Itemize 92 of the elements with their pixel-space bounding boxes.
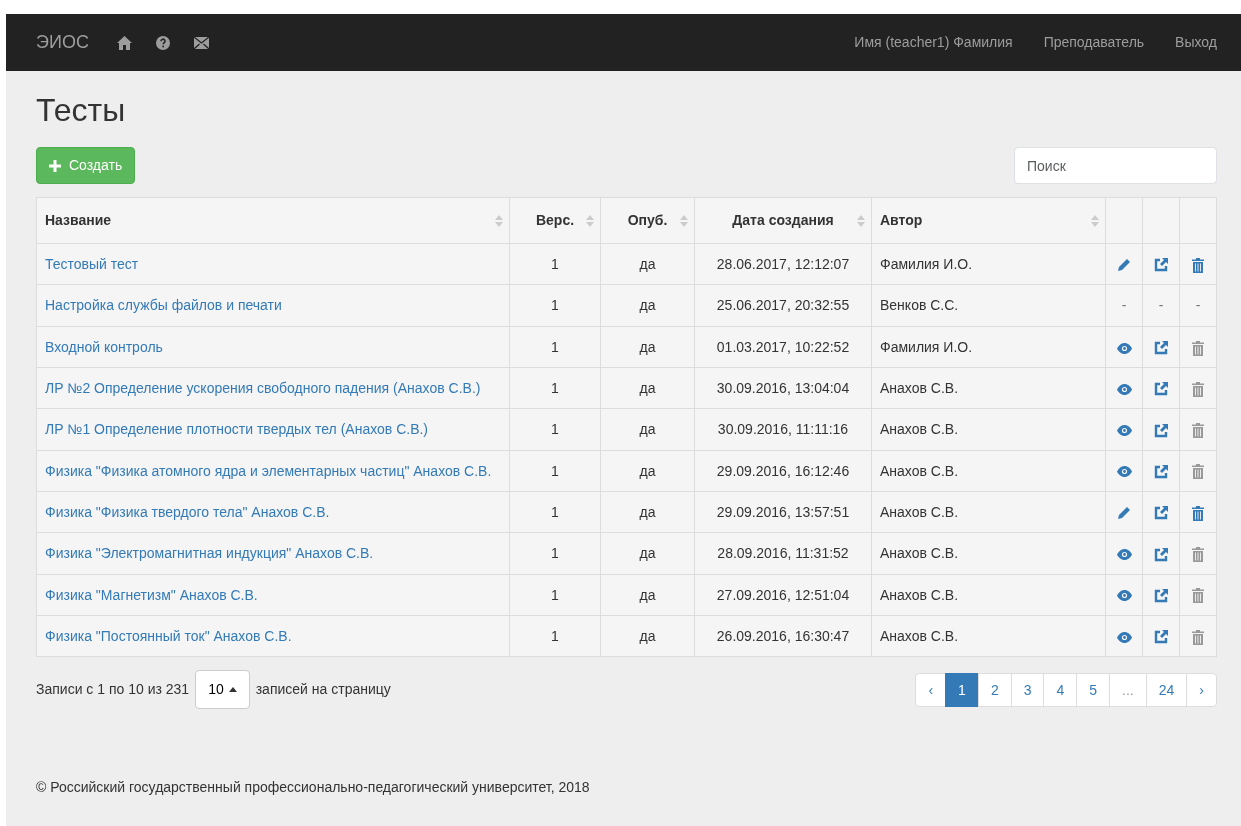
- records-info: Записи с 1 по 10 из 231: [36, 680, 190, 700]
- table-cell: Фамилия И.О.: [871, 326, 1106, 368]
- test-link[interactable]: Входной контроль: [45, 338, 163, 355]
- dash-text: -: [1195, 297, 1201, 314]
- table-cell: да: [600, 367, 695, 409]
- share-icon[interactable]: [1154, 341, 1168, 356]
- table-cell: 1: [509, 408, 601, 451]
- table-cell: Анахов С.В.: [871, 450, 1106, 492]
- share-icon[interactable]: [1154, 423, 1168, 438]
- page-link: ...: [1109, 672, 1147, 707]
- search-field[interactable]: Поиск: [1014, 147, 1217, 185]
- page-link[interactable]: 3: [1010, 672, 1045, 707]
- role-link[interactable]: Преподаватель: [1043, 32, 1145, 53]
- table-cell: 29.09.2016, 16:12:46: [694, 450, 872, 492]
- page-link[interactable]: ‹: [915, 672, 947, 707]
- column-header[interactable]: Название: [45, 212, 112, 229]
- table-cell: 30.09.2016, 11:11:16: [694, 408, 872, 451]
- table-cell: да: [600, 408, 695, 451]
- share-icon[interactable]: [1154, 588, 1168, 603]
- share-icon[interactable]: [1154, 630, 1168, 645]
- create-button[interactable]: Создать: [36, 147, 136, 185]
- eye-icon[interactable]: [1116, 383, 1132, 395]
- test-link[interactable]: Тестовый тест: [45, 256, 139, 273]
- share-icon[interactable]: [1154, 258, 1168, 273]
- eye-icon[interactable]: [1116, 466, 1132, 478]
- page-link[interactable]: 24: [1145, 672, 1188, 707]
- table-cell: 27.09.2016, 12:51:04: [694, 574, 872, 616]
- table-cell: 1: [509, 285, 601, 327]
- logout-link[interactable]: Выход: [1175, 32, 1217, 53]
- page-title: Тесты: [36, 93, 127, 129]
- eye-icon[interactable]: [1116, 425, 1132, 437]
- share-icon[interactable]: [1154, 547, 1168, 562]
- caret-icon: [228, 687, 237, 693]
- table-cell: Анахов С.В.: [871, 408, 1106, 451]
- table-cell: 1: [509, 532, 601, 575]
- table-cell: 1: [509, 367, 601, 409]
- table-cell: 1: [509, 326, 601, 368]
- page-link[interactable]: 1: [945, 672, 979, 707]
- column-header[interactable]: Верс.: [535, 212, 575, 229]
- table-cell: Фамилия И.О.: [871, 243, 1106, 285]
- pencil-icon[interactable]: [1117, 258, 1131, 273]
- footer-text: © Российский государственный профессионально-педагогический университет, 2018: [36, 778, 591, 798]
- table-cell: 26.09.2016, 16:30:47: [694, 615, 872, 657]
- pencil-icon[interactable]: [1117, 506, 1131, 521]
- table-cell: да: [600, 326, 695, 368]
- share-icon[interactable]: [1154, 382, 1168, 397]
- page-size-dropdown[interactable]: 10: [195, 670, 250, 710]
- table-cell: 30.09.2016, 13:04:04: [694, 367, 872, 409]
- column-header[interactable]: Опуб.: [627, 212, 668, 229]
- table-cell: Анахов С.В.: [871, 574, 1106, 616]
- trash-icon[interactable]: [1192, 505, 1204, 521]
- page-link[interactable]: 2: [977, 672, 1012, 707]
- table-cell: Анахов С.В.: [871, 615, 1106, 657]
- table-cell: да: [600, 285, 695, 327]
- table-cell: 29.09.2016, 13:57:51: [694, 491, 872, 533]
- page-link[interactable]: ›: [1186, 672, 1217, 707]
- column-header[interactable]: Автор: [880, 212, 923, 229]
- table-cell: 1: [509, 450, 601, 492]
- page-link[interactable]: 4: [1043, 672, 1078, 707]
- eye-icon[interactable]: [1116, 631, 1132, 643]
- brand-link[interactable]: ЭИОС: [36, 29, 89, 56]
- trash-icon[interactable]: [1192, 258, 1204, 273]
- table-cell: 01.03.2017, 10:22:52: [694, 326, 872, 368]
- table-cell: да: [600, 450, 695, 492]
- table-cell: да: [600, 491, 695, 533]
- page-size-label: записей на страницу: [255, 680, 391, 700]
- table-cell: да: [600, 243, 695, 285]
- table-cell: Анахов С.В.: [871, 532, 1106, 575]
- table-cell: 1: [509, 574, 601, 616]
- table-cell: 1: [509, 491, 601, 533]
- table-cell: да: [600, 574, 695, 616]
- table-cell: да: [600, 615, 695, 657]
- user-link[interactable]: Имя (teacher1) Фамилия: [854, 32, 1013, 53]
- plus-icon: [49, 159, 61, 172]
- eye-icon[interactable]: [1116, 590, 1132, 602]
- table-cell: да: [600, 532, 695, 575]
- table-cell: Венков С.С.: [871, 285, 1106, 327]
- table-cell: Анахов С.В.: [871, 367, 1106, 409]
- test-link[interactable]: Физика "Магнетизм" Анахов С.В.: [45, 586, 258, 603]
- eye-icon[interactable]: [1116, 549, 1132, 561]
- share-icon[interactable]: [1154, 506, 1168, 521]
- table-cell: 25.06.2017, 20:32:55: [694, 285, 872, 327]
- table-cell: 28.06.2017, 12:12:07: [694, 243, 872, 285]
- page-link[interactable]: 5: [1076, 672, 1111, 707]
- eye-icon[interactable]: [1116, 342, 1132, 354]
- share-icon[interactable]: [1154, 464, 1168, 479]
- dash-text: -: [1121, 297, 1127, 314]
- dash-text: -: [1158, 297, 1164, 314]
- table-cell: Анахов С.В.: [871, 491, 1106, 533]
- table-cell: 1: [509, 615, 601, 657]
- table-cell: 28.09.2016, 11:31:52: [694, 532, 872, 575]
- table-cell: 1: [509, 243, 601, 285]
